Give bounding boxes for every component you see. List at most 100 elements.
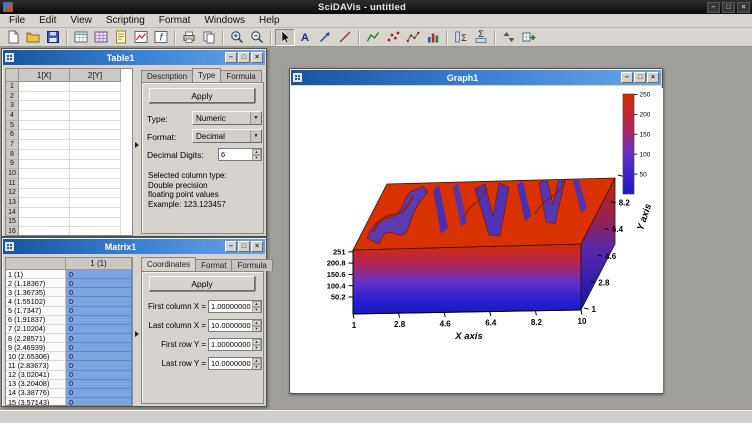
matrix1-tab-format[interactable]: Format xyxy=(195,259,232,271)
table1-tab-type[interactable]: Type xyxy=(192,68,221,82)
app-close-button[interactable]: × xyxy=(737,2,750,13)
table1-column-header-1[interactable]: 1[X] xyxy=(19,69,70,82)
matrix1-title-bar[interactable]: Matrix1 – □ × xyxy=(3,239,265,254)
menu-scripting[interactable]: Scripting xyxy=(99,14,152,28)
row-header[interactable]: 15 xyxy=(6,218,19,228)
graph1-maximize-button[interactable]: □ xyxy=(634,72,646,83)
table-cell[interactable] xyxy=(19,101,70,111)
table-cell[interactable] xyxy=(70,169,121,179)
row-header[interactable]: 16 xyxy=(6,227,19,236)
row-header[interactable]: 5 xyxy=(6,121,19,131)
matrix-cell[interactable]: 0 xyxy=(66,325,132,334)
matrix-cell[interactable]: 0 xyxy=(66,352,132,361)
table1-maximize-button[interactable]: □ xyxy=(238,52,250,63)
matrix-cell[interactable]: 0 xyxy=(66,288,132,297)
graph1-minimize-button[interactable]: – xyxy=(621,72,633,83)
matrix1-minimize-button[interactable]: – xyxy=(225,241,237,252)
pointer-tool-button[interactable] xyxy=(275,29,295,46)
row-header[interactable]: 7 xyxy=(6,140,19,150)
menu-file[interactable]: File xyxy=(2,14,32,28)
table-cell[interactable] xyxy=(70,198,121,208)
table-cell[interactable] xyxy=(19,169,70,179)
matrix-cell[interactable]: 0 xyxy=(66,334,132,343)
matrix1-field-spinbox-0[interactable]: 1.00000000▲▼ xyxy=(208,300,262,313)
row-header[interactable]: 6 xyxy=(6,130,19,140)
table-cell[interactable] xyxy=(70,92,121,102)
row-header[interactable]: 11 xyxy=(6,179,19,189)
table-cell[interactable] xyxy=(19,160,70,170)
matrix-cell[interactable]: 0 xyxy=(66,279,132,288)
table-cell[interactable] xyxy=(70,208,121,218)
open-project-button[interactable] xyxy=(23,29,43,46)
table-cell[interactable] xyxy=(19,208,70,218)
matrix-cell[interactable]: 0 xyxy=(66,398,132,406)
table-cell[interactable] xyxy=(19,218,70,228)
matrix1-field-spinbox-1[interactable]: 10.0000000▲▼ xyxy=(208,319,262,332)
decimal-digits-spinbox[interactable]: 6 ▲▼ xyxy=(218,148,262,161)
table-cell[interactable] xyxy=(19,82,70,92)
table-cell[interactable] xyxy=(19,227,70,236)
matrix-row-header[interactable]: 15 (3.57143) xyxy=(6,398,66,406)
new-matrix-button[interactable] xyxy=(91,29,111,46)
matrix1-field-spinbox-2[interactable]: 1.00000000▲▼ xyxy=(208,338,262,351)
matrix1-column-header[interactable]: 1 (1) xyxy=(66,258,132,270)
row-header[interactable]: 12 xyxy=(6,189,19,199)
new-note-button[interactable] xyxy=(111,29,131,46)
matrix1-corner-header[interactable] xyxy=(6,258,66,270)
table-cell[interactable] xyxy=(70,218,121,228)
row-header[interactable]: 2 xyxy=(6,92,19,102)
table1-apply-button[interactable]: Apply xyxy=(149,88,255,103)
table1-tab-description[interactable]: Description xyxy=(141,70,193,82)
row-header[interactable]: 13 xyxy=(6,198,19,208)
graph1-close-button[interactable]: × xyxy=(647,72,659,83)
table-cell[interactable] xyxy=(70,82,121,92)
app-maximize-button[interactable]: □ xyxy=(722,2,735,13)
zoom-out-button[interactable] xyxy=(247,29,267,46)
table-cell[interactable] xyxy=(19,92,70,102)
table-cell[interactable] xyxy=(19,179,70,189)
row-header[interactable]: 14 xyxy=(6,208,19,218)
row-header[interactable]: 10 xyxy=(6,169,19,179)
matrix-cell[interactable]: 0 xyxy=(66,361,132,370)
table1-close-button[interactable]: × xyxy=(251,52,263,63)
draw-line-button[interactable] xyxy=(335,29,355,46)
graph1-title-bar[interactable]: Graph1 – □ × xyxy=(291,70,661,85)
new-function-plot-button[interactable]: f xyxy=(151,29,171,46)
save-project-button[interactable] xyxy=(43,29,63,46)
row-statistics-button[interactable]: Σ xyxy=(471,29,491,46)
print-button[interactable] xyxy=(179,29,199,46)
matrix1-close-button[interactable]: × xyxy=(251,241,263,252)
table-cell[interactable] xyxy=(19,198,70,208)
table-cell[interactable] xyxy=(70,160,121,170)
menu-help[interactable]: Help xyxy=(252,14,287,28)
menu-windows[interactable]: Windows xyxy=(197,14,252,28)
matrix1-tab-coordinates[interactable]: Coordinates xyxy=(141,257,196,271)
plot-line-symbol-button[interactable] xyxy=(403,29,423,46)
graph1-canvas[interactable]: 12.84.66.48.210 12.84.66.48.210 50.2100.… xyxy=(291,86,661,392)
spin-down-icon[interactable]: ▼ xyxy=(252,155,261,161)
matrix1-field-spinbox-3[interactable]: 10.0000000▲▼ xyxy=(208,357,262,370)
draw-arrow-button[interactable] xyxy=(315,29,335,46)
matrix-cell[interactable]: 0 xyxy=(66,343,132,352)
zoom-in-button[interactable] xyxy=(227,29,247,46)
matrix-cell[interactable]: 0 xyxy=(66,307,132,316)
table-cell[interactable] xyxy=(19,111,70,121)
duplicate-window-button[interactable] xyxy=(199,29,219,46)
table-cell[interactable] xyxy=(70,101,121,111)
table-cell[interactable] xyxy=(70,140,121,150)
add-text-button[interactable]: A xyxy=(295,29,315,46)
plot-scatter-button[interactable] xyxy=(383,29,403,46)
matrix1-maximize-button[interactable]: □ xyxy=(238,241,250,252)
plot-bars-button[interactable] xyxy=(423,29,443,46)
table-cell[interactable] xyxy=(70,130,121,140)
table-cell[interactable] xyxy=(19,130,70,140)
row-header[interactable]: 9 xyxy=(6,160,19,170)
table-cell[interactable] xyxy=(19,121,70,131)
matrix-cell[interactable]: 0 xyxy=(66,297,132,306)
plot-line-button[interactable] xyxy=(363,29,383,46)
chevron-down-icon[interactable]: ▼ xyxy=(250,112,261,124)
matrix-cell[interactable]: 0 xyxy=(66,380,132,389)
app-minimize-button[interactable]: – xyxy=(707,2,720,13)
chevron-down-icon[interactable]: ▼ xyxy=(250,130,261,142)
column-statistics-button[interactable]: Σ xyxy=(451,29,471,46)
